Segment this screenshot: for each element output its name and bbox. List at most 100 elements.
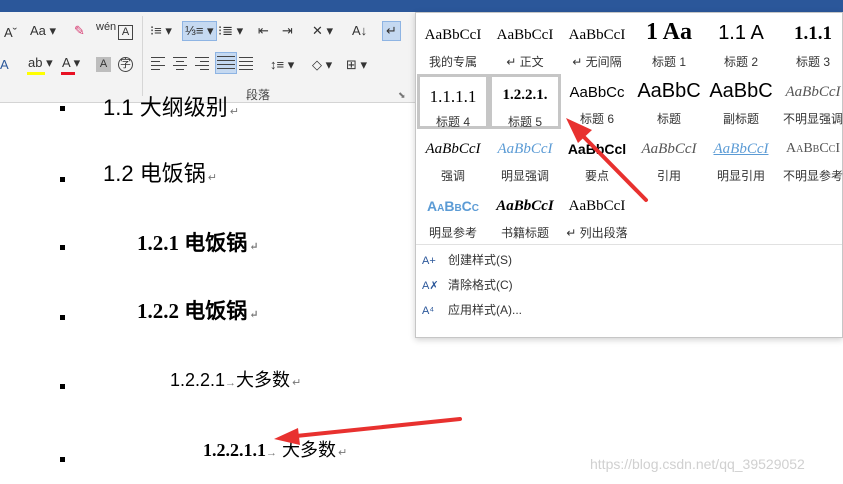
style-item[interactable]: AaBbCcI 强调	[417, 131, 489, 186]
char-border-button[interactable]: A	[118, 22, 133, 40]
char-shading-icon: A	[96, 57, 111, 72]
style-name: 标题 3	[795, 55, 830, 69]
font-color-bar	[61, 72, 75, 75]
style-name: 标题 5	[507, 115, 542, 129]
justify-button[interactable]	[215, 52, 237, 74]
style-name: 书籍标题	[500, 226, 549, 240]
apply-styles-button[interactable]: A⁴ 应用样式(A)...	[422, 299, 522, 321]
text-effect-button[interactable]: A	[0, 56, 9, 74]
style-item[interactable]: 1.1 A 标题 2	[705, 17, 777, 72]
sort-button[interactable]: A↓	[352, 22, 367, 40]
sort-icon: A↓	[352, 23, 368, 38]
phonetic-label: wén	[96, 21, 117, 33]
style-name: 标题 4	[435, 115, 470, 129]
bullets-button[interactable]: ⁝≡ ▾	[150, 22, 172, 40]
heading-1-2-1[interactable]: 1.2.1 电饭锅 ↵	[137, 227, 258, 257]
style-item[interactable]: 1.2.2.1. 标题 5	[489, 74, 561, 129]
style-item[interactable]: AaBbCcI 明显强调	[489, 131, 561, 186]
style-item[interactable]: AaBbCcI 不明显参考	[777, 131, 843, 186]
show-marks-button[interactable]: ↵	[382, 21, 401, 41]
paragraph-mark: ↵	[292, 377, 302, 389]
style-preview: AaBbCcI	[785, 84, 841, 100]
heading-text: 大多数	[236, 370, 291, 390]
paragraph-mark: ↵	[249, 241, 259, 253]
clear-formatting-button[interactable]: A✗ 清除格式(C)	[422, 274, 513, 296]
tab-mark: →	[266, 447, 277, 459]
align-center-button[interactable]	[173, 54, 187, 73]
phonetic-guide-button[interactable]: wén	[96, 18, 116, 36]
line-spacing-button[interactable]: ↕≡ ▾	[270, 56, 294, 74]
heading-1-1[interactable]: 1.1 大纲级别 ↵	[103, 90, 239, 122]
distributed-button[interactable]	[239, 54, 253, 73]
shrink-font-button[interactable]: Aˇ	[4, 24, 17, 42]
chinese-layout-icon: ✕	[312, 23, 323, 38]
heading-text: 电饭锅	[139, 161, 206, 186]
style-item[interactable]: AaBbCcI 书籍标题	[489, 188, 561, 243]
style-item[interactable]: AaBbCcl 要点	[561, 131, 633, 186]
style-item[interactable]: AaBbCcI ↵ 列出段落	[561, 188, 633, 243]
heading-1-2-2-1-1[interactable]: 1.2.2.1.1→ 大多数 ↵	[203, 436, 347, 462]
style-preview: AaBbCc	[427, 198, 479, 214]
create-style-button[interactable]: A+ 创建样式(S)	[422, 249, 512, 271]
enclose-char-button[interactable]: 字	[118, 54, 133, 72]
clear-format-icon[interactable]: ✎	[74, 22, 85, 40]
style-name: 明显参考	[428, 226, 477, 240]
style-item[interactable]: AaBbCcI 明显引用	[705, 131, 777, 186]
style-preview: AaBbCcI	[496, 198, 554, 214]
style-name: 我的专属	[428, 55, 477, 69]
style-name: 要点	[584, 169, 609, 183]
style-item[interactable]: AaBbC 标题	[633, 74, 705, 129]
create-style-icon: A+	[422, 255, 436, 267]
enclose-char-icon: 字	[118, 57, 133, 72]
style-preview: 1.2.2.1.	[502, 87, 548, 103]
style-item[interactable]: 1.1.1 标题 3	[777, 17, 843, 72]
font-color-button[interactable]: A ▾	[62, 54, 80, 72]
borders-button[interactable]: ⊞ ▾	[346, 56, 367, 74]
heading-text: 电饭锅	[184, 300, 248, 323]
highlight-color-bar	[27, 72, 45, 75]
style-item[interactable]: AaBbCcI 我的专属	[417, 17, 489, 72]
style-item[interactable]: AaBbCcI 不明显强调	[777, 74, 843, 129]
style-item[interactable]: AaBbCcI ↵ 无间隔	[561, 17, 633, 72]
shading-button[interactable]: ◇ ▾	[312, 56, 332, 74]
align-right-button[interactable]	[195, 54, 209, 73]
style-name: 明显强调	[500, 169, 549, 183]
numbering-button[interactable]: ⅓≡ ▾	[182, 21, 217, 41]
style-name: 明显引用	[716, 169, 765, 183]
style-item[interactable]: AaBbCcI 引用	[633, 131, 705, 186]
highlight-button[interactable]: ab ▾	[28, 54, 53, 72]
paragraph-mark-icon: ↵	[386, 23, 397, 38]
style-item[interactable]: 1.1.1.1 标题 4	[417, 74, 489, 129]
increase-indent-button[interactable]: ⇥	[282, 22, 293, 40]
style-name: ↵ 列出段落	[566, 226, 628, 240]
style-item[interactable]: AaBbCcI ↵ 正文	[489, 17, 561, 72]
text-effect-icon: A	[0, 57, 9, 72]
multilevel-list-button[interactable]: ⁝≣ ▾	[218, 22, 243, 40]
style-item[interactable]: AaBbCc 标题 6	[561, 74, 633, 129]
style-preview: AaBbCcl	[567, 141, 627, 157]
style-name: 标题 1	[651, 55, 686, 69]
heading-1-2-2-1[interactable]: 1.2.2.1→大多数 ↵	[170, 366, 301, 392]
style-preview: AaBbCcI	[496, 27, 554, 43]
dialog-launcher-icon[interactable]: ⬊	[398, 90, 406, 101]
style-preview: AaBbCcI	[424, 27, 482, 43]
style-name: 标题 6	[579, 112, 614, 126]
list-bullet	[60, 177, 65, 182]
eraser-icon: A✗	[422, 280, 439, 292]
style-item[interactable]: 1 Aa 标题 1	[633, 17, 705, 72]
chinese-layout-button[interactable]: ✕ ▾	[312, 22, 333, 40]
style-item[interactable]: AaBbCc 明显参考	[417, 188, 489, 243]
list-bullet	[60, 315, 65, 320]
decrease-indent-button[interactable]: ⇤	[258, 22, 269, 40]
align-left-button[interactable]	[151, 54, 165, 73]
apply-styles-label: 应用样式(A)...	[448, 303, 522, 317]
style-name: 引用	[656, 169, 681, 183]
clear-formatting-label: 清除格式(C)	[448, 278, 513, 292]
heading-1-2[interactable]: 1.2 电饭锅 ↵	[103, 156, 217, 188]
style-item[interactable]: AaBbC 副标题	[705, 74, 777, 129]
heading-1-2-2[interactable]: 1.2.2 电饭锅 ↵	[137, 295, 258, 325]
apply-styles-icon: A⁴	[422, 305, 435, 317]
change-case-button[interactable]: Aa ▾	[30, 22, 56, 40]
watermark: https://blog.csdn.net/qq_39529052	[590, 456, 805, 472]
char-shading-button[interactable]: A	[96, 54, 111, 72]
